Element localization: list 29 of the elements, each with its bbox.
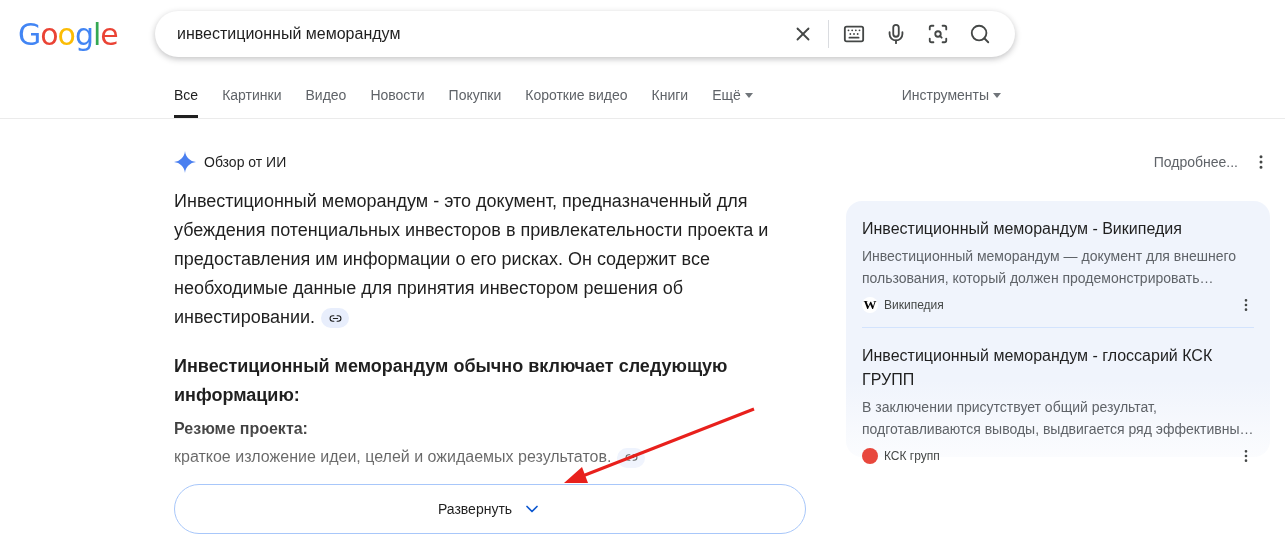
search-tab[interactable]: Покупки bbox=[448, 87, 502, 118]
overview-paragraph: Инвестиционный меморандум - это документ, предназначенный для убеждения потенциальных инвесторов в привлекательности проекта и предоставления им информации о его рисках. Он содержит все необходимые данные для принятия инвестором решения об инвестировании. bbox=[174, 190, 770, 331]
source-title[interactable]: Инвестиционный меморандум - Википедия bbox=[862, 217, 1254, 241]
search-tab[interactable]: Видео bbox=[305, 87, 347, 118]
link-chip[interactable] bbox=[321, 308, 350, 329]
search-tab[interactable]: Короткие видео bbox=[525, 87, 628, 118]
section-heading: Инвестиционный меморандум обычно включает следующую информацию: bbox=[174, 355, 729, 407]
google-logo[interactable]: Google bbox=[18, 16, 155, 52]
source-snippet: В заключении присутствует общий результат, подготавливаются выводы, выдвигается ряд эффективны… bbox=[862, 398, 1254, 439]
camera-scan-icon[interactable] bbox=[927, 23, 949, 45]
item-title: Резюме проекта: bbox=[174, 420, 309, 438]
overview-title: Обзор от ИИ bbox=[204, 154, 287, 170]
site-name: Википедия bbox=[884, 298, 944, 312]
more-menu[interactable]: Ещё bbox=[712, 87, 753, 118]
more-link[interactable]: Подробнее... bbox=[1153, 154, 1238, 170]
search-icon[interactable] bbox=[969, 23, 991, 45]
keyboard-icon[interactable] bbox=[843, 23, 865, 45]
source-snippet: Инвестиционный меморандум — документ для внешнего пользования, который должен продемонстрировать… bbox=[862, 247, 1238, 288]
sparkle-icon bbox=[174, 151, 196, 173]
expand-button[interactable]: Развернуть bbox=[174, 484, 806, 534]
search-tab[interactable]: Новости bbox=[370, 87, 425, 118]
search-tab[interactable]: Все bbox=[174, 87, 199, 118]
site-name: КСК групп bbox=[884, 449, 940, 463]
site-favicon: W bbox=[862, 297, 878, 313]
source-title[interactable]: Инвестиционный меморандум - глоссарий КСК ГРУПП bbox=[862, 344, 1254, 392]
search-input[interactable]: инвестиционный меморандум bbox=[175, 24, 782, 44]
tools-menu[interactable]: Инструменты bbox=[901, 87, 1001, 118]
search-tab[interactable]: Книги bbox=[651, 87, 689, 118]
search-tab[interactable]: Картинки bbox=[222, 87, 282, 118]
